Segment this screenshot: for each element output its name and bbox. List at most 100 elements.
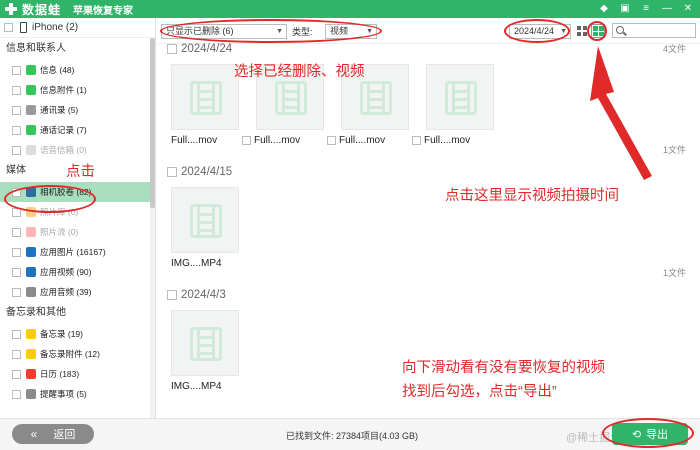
sidebar-item[interactable]: 通话记录 (7) [0, 120, 155, 140]
phone-icon [26, 125, 36, 135]
sidebar-item-label: 应用视频 (90) [40, 267, 92, 277]
date-group-checkbox[interactable] [167, 44, 177, 54]
date-group-label: 2024/4/3 [181, 289, 226, 301]
sidebar-item-label: 提醒事项 (5) [40, 389, 87, 399]
sidebar-item[interactable]: 备忘录 (19) [0, 324, 155, 344]
minimize-icon[interactable]: — [661, 2, 673, 16]
device-label: iPhone (2) [32, 22, 79, 33]
film-strip-icon [190, 81, 222, 115]
sidebar-item-checkbox[interactable] [12, 349, 21, 359]
message-icon [26, 65, 36, 75]
reminders-icon [26, 389, 36, 399]
sidebar-item-checkbox[interactable] [12, 85, 21, 95]
sidebar-item-label: 照片流 (0) [40, 227, 79, 237]
sidebar-item-checkbox[interactable] [12, 329, 21, 339]
menu-icon[interactable]: ≡ [640, 2, 652, 16]
app-videos-icon [26, 267, 36, 277]
sidebar-item-checkbox[interactable] [12, 125, 21, 135]
file-checkbox[interactable] [327, 135, 336, 145]
sidebar-item-checkbox[interactable] [12, 105, 21, 115]
video-thumbnail[interactable] [171, 310, 239, 376]
annotation-scroll-hint-1: 向下滑动看有没有要恢复的视频 [402, 360, 605, 376]
file-name[interactable]: Full....mov [242, 134, 300, 146]
sidebar-item-checkbox[interactable] [12, 389, 21, 399]
video-thumbnail[interactable] [426, 64, 494, 130]
sidebar-item[interactable]: 应用图片 (16167) [0, 242, 155, 262]
file-checkbox[interactable] [242, 135, 251, 145]
annotation-ellipse-camera-roll [4, 185, 96, 213]
sidebar-section-title: 备忘录和其他 [6, 307, 66, 318]
sidebar-item[interactable]: 通讯录 (5) [0, 100, 155, 120]
title-bar: 数据蛙 苹果恢复专家 ◆ ▣ ≡ — ✕ [0, 0, 700, 18]
date-group-count: 1文件 [662, 268, 686, 278]
sidebar-item-label: 备忘录附件 (12) [40, 349, 100, 359]
sidebar-item-checkbox[interactable] [12, 369, 21, 379]
file-name-label: Full....mov [254, 134, 301, 146]
file-name-label: IMG....MP4 [171, 257, 222, 269]
annotation-ellipse-date [504, 19, 570, 43]
diamond-icon[interactable]: ◆ [598, 2, 610, 16]
sidebar-item-label: 通话记录 (7) [40, 125, 87, 135]
sidebar-item-label: 日历 (183) [40, 369, 80, 379]
sidebar-scroll-thumb[interactable] [150, 38, 155, 208]
sidebar-item[interactable]: 日历 (183) [0, 364, 155, 384]
gift-icon[interactable]: ▣ [619, 2, 631, 16]
file-name[interactable]: Full....mov [412, 134, 470, 146]
device-checkbox[interactable] [4, 23, 13, 32]
app-photos-icon [26, 247, 36, 257]
sidebar-item-label: 语音信箱 (0) [40, 145, 87, 155]
sidebar-item-checkbox[interactable] [12, 247, 21, 257]
annotation-scroll-hint-2: 找到后勾选，点击“导出” [402, 384, 557, 400]
date-group-checkbox[interactable] [167, 167, 177, 177]
search-input[interactable] [612, 23, 696, 38]
sidebar-item-checkbox[interactable] [12, 267, 21, 277]
sidebar-item[interactable]: 应用音频 (39) [0, 282, 155, 302]
annotation-ellipse-filter [160, 19, 382, 43]
file-name-label: Full....mov [171, 134, 218, 146]
sidebar-item-checkbox[interactable] [12, 287, 21, 297]
sidebar-item-label: 信息附件 (1) [40, 85, 87, 95]
file-name[interactable]: Full....mov [171, 134, 217, 146]
sidebar-item-label: 信息 (48) [40, 65, 75, 75]
bottom-bar: « 返回 已找到文件: 27384项目(4.03 GB) @稀土掘金技术社区 ⟲… [0, 418, 700, 450]
sidebar-item-checkbox[interactable] [12, 65, 21, 75]
sidebar-item[interactable]: 提醒事项 (5) [0, 384, 155, 404]
sidebar-section-title: 信息和联系人 [6, 43, 66, 54]
notes-icon [26, 329, 36, 339]
annotation-click: 点击 [66, 164, 95, 180]
sidebar-sections: 信息和联系人信息 (48) 信息附件 (1) 通讯录 (5) 通话记录 (7) 语音信箱… [0, 38, 155, 404]
file-checkbox[interactable] [412, 135, 421, 145]
voicemail-icon [26, 145, 36, 155]
sidebar-item[interactable]: 信息附件 (1) [0, 80, 155, 100]
annotation-click-here-time: 点击这里显示视频拍摄时间 [445, 188, 619, 204]
app-audio-icon [26, 287, 36, 297]
sidebar-scrollbar[interactable] [150, 38, 155, 418]
video-thumbnail[interactable] [171, 64, 239, 130]
sidebar-item-label: 应用音频 (39) [40, 287, 92, 297]
sidebar-item[interactable]: 信息 (48) [0, 60, 155, 80]
file-name[interactable]: Full....mov [327, 134, 385, 146]
sidebar-item[interactable]: 照片流 (0) [0, 222, 155, 242]
calendar-icon [26, 369, 36, 379]
small-grid-view-icon[interactable] [577, 26, 587, 36]
file-name[interactable]: IMG....MP4 [171, 257, 222, 269]
film-strip-icon [445, 81, 477, 115]
date-group-label: 2024/4/15 [181, 166, 233, 178]
back-button[interactable]: « 返回 [12, 424, 94, 444]
device-selector[interactable]: iPhone (2) [0, 18, 155, 38]
close-icon[interactable]: ✕ [682, 2, 694, 16]
file-name-label: Full....mov [424, 134, 471, 146]
sidebar-item[interactable]: 语音信箱 (0) [0, 140, 155, 160]
sidebar-item-checkbox[interactable] [12, 227, 21, 237]
phone-device-icon [20, 22, 27, 33]
date-group-checkbox[interactable] [167, 290, 177, 300]
sidebar-item[interactable]: 备忘录附件 (12) [0, 344, 155, 364]
date-group-label: 2024/4/24 [181, 43, 233, 55]
search-icon [616, 26, 624, 34]
sidebar-item[interactable]: 应用视频 (90) [0, 262, 155, 282]
video-thumbnail[interactable] [171, 187, 239, 253]
date-group-header: 2024/4/15 [167, 165, 232, 179]
file-name[interactable]: IMG....MP4 [171, 380, 222, 392]
sidebar-item-checkbox[interactable] [12, 145, 21, 155]
brand-name: 数据蛙 [22, 2, 62, 17]
